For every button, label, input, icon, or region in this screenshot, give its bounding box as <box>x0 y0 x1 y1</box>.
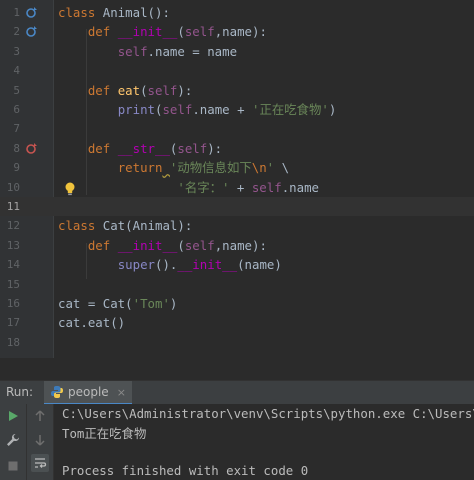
code-line[interactable]: 15 <box>0 275 474 294</box>
wrench-icon[interactable] <box>5 432 21 448</box>
console-line: Process finished with exit code 0 <box>62 463 309 478</box>
code-line[interactable]: 12 class Cat(Animal): <box>0 216 474 235</box>
code-text: return '动物信息如下\n' \ <box>117 160 290 176</box>
arrow-up-icon[interactable] <box>32 408 48 424</box>
line-number: 8 <box>13 141 20 155</box>
code-text: def __str__(self): <box>87 140 223 156</box>
code-text: def __init__(self,name): <box>87 24 267 40</box>
code-line[interactable]: 3 self.name = name <box>0 42 474 61</box>
code-text: def eat(self): <box>87 82 193 98</box>
code-line[interactable]: 18 <box>0 333 474 352</box>
line-number: 1 <box>13 6 20 19</box>
line-number: 15 <box>6 277 20 291</box>
code-text: cat.eat() <box>58 315 126 331</box>
code-line[interactable]: 16 cat = Cat('Tom') <box>0 294 474 313</box>
code-line[interactable]: 2 def __init__(self,name): <box>0 22 474 41</box>
run-tab-people[interactable]: people × <box>44 381 132 405</box>
code-text: print(self.name + '正在吃食物') <box>117 102 337 117</box>
code-text: super().__init__(name) <box>117 257 282 273</box>
code-text: cat = Cat('Tom') <box>58 296 178 311</box>
code-line[interactable]: 1 class Animal(): <box>0 3 474 22</box>
close-icon[interactable]: × <box>117 386 126 399</box>
line-number: 9 <box>13 161 20 175</box>
console-line: Tom正在吃食物 <box>62 426 147 441</box>
line-number: 5 <box>13 83 20 97</box>
line-number: 13 <box>6 238 20 252</box>
panel-divider[interactable] <box>0 358 474 380</box>
run-toolbar-secondary <box>27 404 54 480</box>
line-number: 2 <box>13 25 20 39</box>
arrow-down-icon[interactable] <box>32 432 48 448</box>
code-editor[interactable]: 1 class Animal(): 2 def __init__(self,na… <box>0 0 474 358</box>
line-number: 16 <box>6 297 20 310</box>
run-toolbar-primary <box>0 404 27 480</box>
code-text: class Animal(): <box>58 5 170 20</box>
console-line: C:\Users\Administrator\venv\Scripts\pyth… <box>62 406 474 421</box>
code-line[interactable]: 4 <box>0 61 474 80</box>
line-number: 3 <box>13 44 20 58</box>
line-number: 4 <box>13 64 20 78</box>
override-icon[interactable] <box>26 6 38 18</box>
code-text: '名字：' + self.name <box>177 179 319 195</box>
code-line[interactable]: 17 cat.eat() <box>0 313 474 332</box>
override-icon[interactable] <box>26 142 38 154</box>
code-line[interactable]: 6 print(self.name + '正在吃食物') <box>0 100 474 119</box>
code-line[interactable]: 7 <box>0 119 474 138</box>
code-line[interactable]: 13 def __init__(self,name): <box>0 236 474 255</box>
code-line[interactable]: 9 return '动物信息如下\n' \ <box>0 158 474 177</box>
line-number: 14 <box>6 258 20 272</box>
run-label: Run: <box>6 385 34 399</box>
stop-icon[interactable] <box>5 458 21 474</box>
code-line[interactable]: 5 def eat(self): <box>0 81 474 100</box>
override-icon[interactable] <box>26 25 38 38</box>
line-number: 10 <box>6 180 20 194</box>
code-text: class Cat(Animal): <box>58 218 193 234</box>
run-tab-label: people <box>68 385 109 399</box>
line-number: 18 <box>6 335 20 349</box>
line-number: 6 <box>13 103 20 116</box>
console-output[interactable]: C:\Users\Administrator\venv\Scripts\pyth… <box>54 404 474 480</box>
line-number: 11 <box>6 200 20 213</box>
code-line[interactable]: 14 super().__init__(name) <box>0 255 474 274</box>
code-text: def __init__(self,name): <box>87 237 267 253</box>
line-number: 7 <box>13 122 20 136</box>
code-text: self.name = name <box>117 43 238 59</box>
soft-wrap-icon[interactable] <box>31 454 49 472</box>
python-icon <box>51 386 63 398</box>
line-number: 17 <box>6 316 20 330</box>
play-icon[interactable] <box>5 408 21 424</box>
run-panel-header: Run: people × <box>0 380 474 406</box>
code-line[interactable]: 8 def __str__(self): <box>0 139 474 158</box>
lightbulb-icon[interactable] <box>64 182 76 196</box>
code-line-current[interactable]: 11 <box>0 197 474 217</box>
line-number: 12 <box>6 219 20 233</box>
